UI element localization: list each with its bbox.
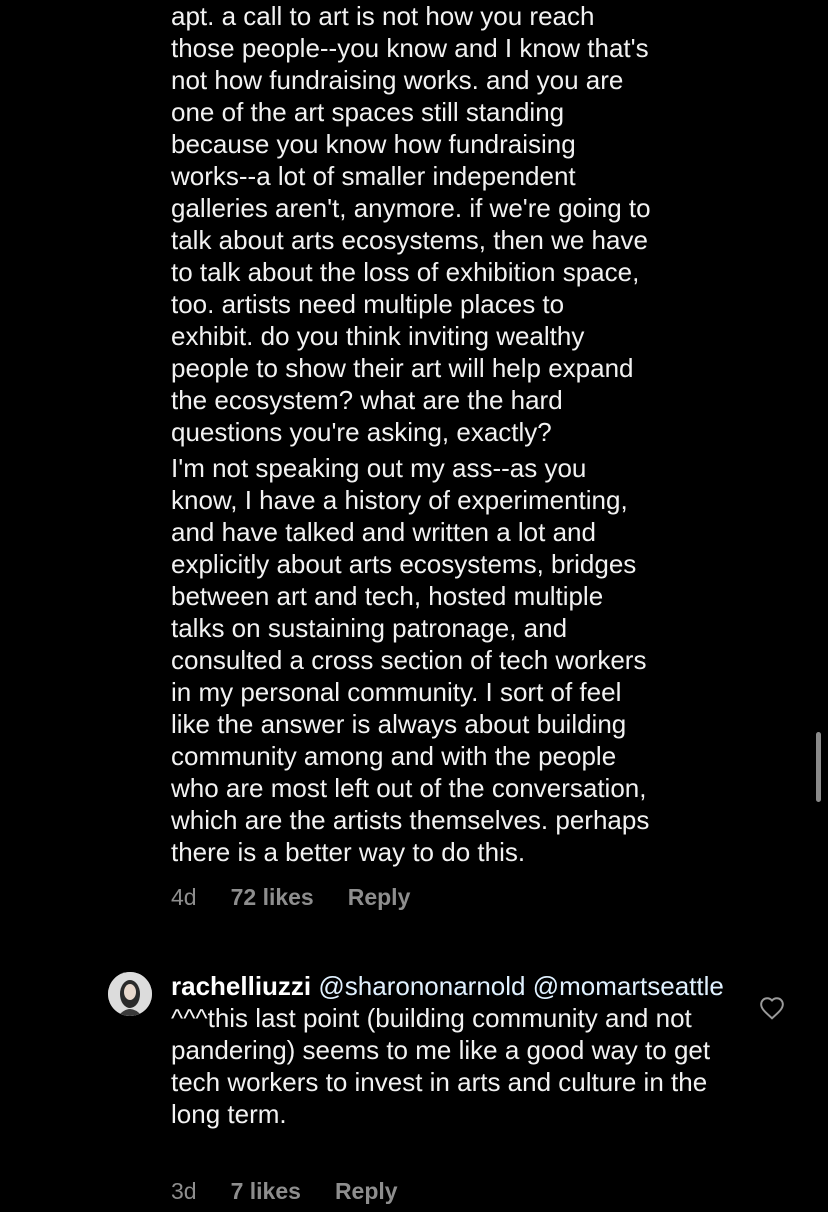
mention-link[interactable]: @momartseattle — [533, 971, 724, 1001]
comment-body: ^^^this last point (building community a… — [171, 1003, 711, 1129]
comment-timestamp: 4d — [171, 884, 197, 910]
comment-text-paragraph-2: I'm not speaking out my ass--as you know… — [171, 453, 650, 867]
comment-timestamp: 3d — [171, 1178, 197, 1204]
reply-button[interactable]: Reply — [335, 1178, 398, 1205]
comment-text: rachelliuzzi @sharononarnold @momartseat… — [171, 970, 731, 1130]
reply-button[interactable]: Reply — [348, 884, 411, 911]
avatar[interactable] — [108, 972, 152, 1016]
comment-likes-count[interactable]: 7 likes — [231, 1178, 301, 1205]
comment-text-paragraph-1: apt. a call to art is not how you reach … — [171, 1, 651, 447]
comment-meta: 3d 7 likes Reply — [171, 1178, 398, 1205]
comment-likes-count[interactable]: 72 likes — [231, 884, 314, 911]
avatar-image — [108, 972, 152, 1016]
heart-outline-icon[interactable] — [759, 996, 785, 1020]
mention-link[interactable]: @sharononarnold — [318, 971, 525, 1001]
comment-username[interactable]: rachelliuzzi — [171, 971, 311, 1001]
comment-meta: 4d 72 likes Reply — [171, 884, 410, 911]
scrollbar[interactable] — [816, 732, 821, 802]
